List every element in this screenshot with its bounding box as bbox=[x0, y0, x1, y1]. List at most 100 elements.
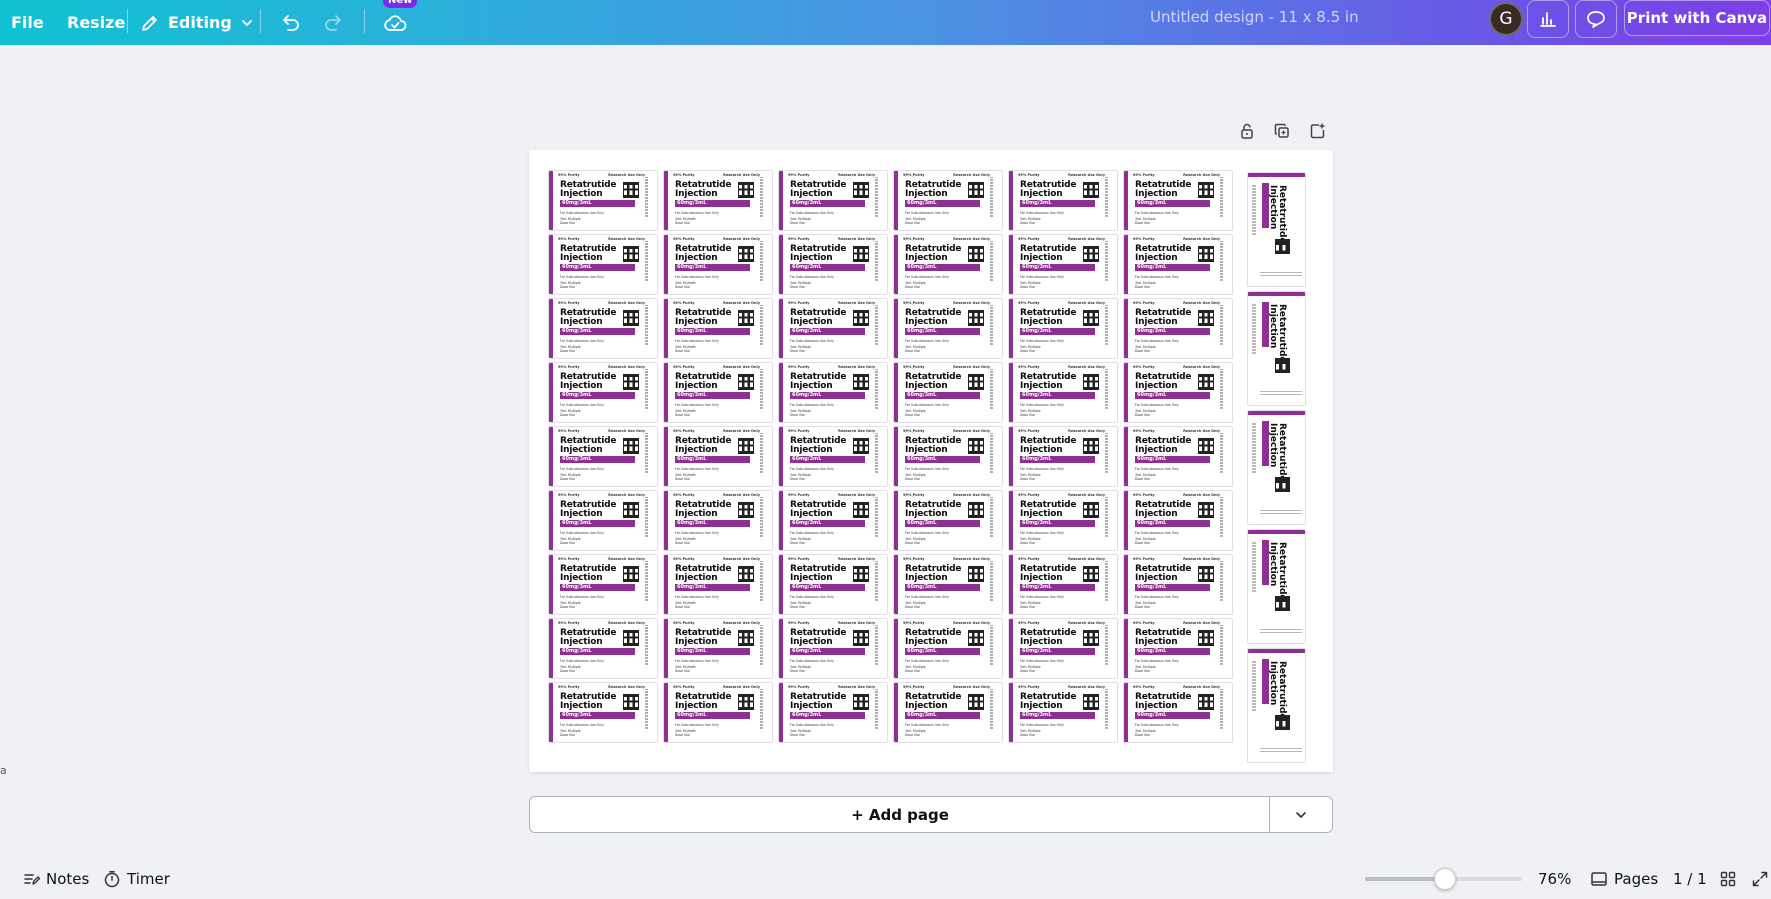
label-side-text bbox=[1252, 661, 1256, 711]
vial-label[interactable]: 99% Purity Research Use Only Retatrutide I… bbox=[1123, 170, 1233, 231]
vial-label[interactable]: 99% Purity Research Use Only Retatrutide I… bbox=[1008, 682, 1118, 743]
vial-label[interactable]: 99% Purity Research Use Only Retatrutide I… bbox=[778, 426, 888, 487]
vial-label[interactable]: 99% Purity Research Use Only Retatrutide I… bbox=[893, 490, 1003, 551]
add-page-button[interactable]: + Add page bbox=[530, 797, 1270, 832]
fullscreen-button[interactable] bbox=[1751, 866, 1769, 892]
vial-label[interactable]: 99% Purity Research Use Only Retatrutide I… bbox=[1008, 234, 1118, 295]
vial-label[interactable]: 99% Purity Research Use Only Retatrutide I… bbox=[893, 298, 1003, 359]
avatar[interactable]: G bbox=[1489, 2, 1523, 36]
add-page-options-button[interactable] bbox=[1270, 797, 1332, 832]
label-vial: 3mL Multiple Dose Vial bbox=[1020, 217, 1041, 225]
lock-button[interactable] bbox=[1236, 120, 1258, 142]
vial-label[interactable]: 99% Purity Research Use Only Retatrutide I… bbox=[778, 554, 888, 615]
zoom-level[interactable]: 76% bbox=[1538, 866, 1571, 892]
vial-label[interactable]: 99% Purity Research Use Only Retatrutide I… bbox=[548, 426, 658, 487]
vial-label[interactable]: 99% Purity Research Use Only Retatrutide I… bbox=[663, 170, 773, 231]
file-menu[interactable]: File bbox=[11, 0, 44, 45]
label-accent-bar bbox=[1009, 235, 1013, 294]
label-dose: 60mg/3mL bbox=[560, 584, 635, 591]
vial-label[interactable]: 99% Purity Research Use Only Retatrutide I… bbox=[1008, 490, 1118, 551]
label-use: For Subcutaneous Use Only bbox=[1135, 339, 1179, 343]
vial-label[interactable]: 99% Purity Research Use Only Retatrutide I… bbox=[548, 618, 658, 679]
rotated-vial-label[interactable]: Retatrutide Injection bbox=[1247, 648, 1306, 763]
vial-label[interactable]: 99% Purity Research Use Only Retatrutide I… bbox=[893, 170, 1003, 231]
vial-label[interactable]: 99% Purity Research Use Only Retatrutide I… bbox=[663, 298, 773, 359]
vial-label[interactable]: 99% Purity Research Use Only Retatrutide I… bbox=[1123, 682, 1233, 743]
vial-label[interactable]: 99% Purity Research Use Only Retatrutide I… bbox=[1123, 234, 1233, 295]
rotated-vial-label[interactable]: Retatrutide Injection bbox=[1247, 410, 1306, 525]
editing-mode-button[interactable]: Editing bbox=[140, 0, 254, 45]
insights-button[interactable] bbox=[1527, 0, 1569, 38]
rotated-vial-label[interactable]: Retatrutide Injection bbox=[1247, 172, 1306, 287]
label-purity: 99% Purity bbox=[673, 237, 695, 241]
vial-label[interactable]: 99% Purity Research Use Only Retatrutide I… bbox=[663, 682, 773, 743]
vial-label[interactable]: 99% Purity Research Use Only Retatrutide I… bbox=[663, 426, 773, 487]
vial-label[interactable]: 99% Purity Research Use Only Retatrutide I… bbox=[1008, 362, 1118, 423]
vial-label[interactable]: 99% Purity Research Use Only Retatrutide I… bbox=[893, 554, 1003, 615]
timer-button[interactable]: Timer bbox=[103, 866, 170, 892]
vial-label[interactable]: 99% Purity Research Use Only Retatrutide I… bbox=[778, 298, 888, 359]
label-purity: 99% Purity bbox=[903, 301, 925, 305]
vial-label[interactable]: 99% Purity Research Use Only Retatrutide I… bbox=[893, 362, 1003, 423]
undo-button[interactable] bbox=[279, 0, 301, 45]
qr-code-icon bbox=[1198, 438, 1214, 454]
grid-view-button[interactable] bbox=[1719, 866, 1737, 892]
vial-label[interactable]: 99% Purity Research Use Only Retatrutide I… bbox=[778, 234, 888, 295]
zoom-slider-handle[interactable] bbox=[1433, 868, 1456, 890]
add-page-icon-button[interactable] bbox=[1307, 120, 1329, 142]
vial-label[interactable]: 99% Purity Research Use Only Retatrutide I… bbox=[1123, 298, 1233, 359]
vial-label[interactable]: 99% Purity Research Use Only Retatrutide I… bbox=[778, 362, 888, 423]
document-title[interactable]: Untitled design - 11 x 8.5 in bbox=[1150, 0, 1359, 34]
label-use: For Subcutaneous Use Only bbox=[675, 595, 719, 599]
vial-label[interactable]: 99% Purity Research Use Only Retatrutide I… bbox=[548, 234, 658, 295]
vial-label[interactable]: 99% Purity Research Use Only Retatrutide I… bbox=[1008, 170, 1118, 231]
vial-label[interactable]: 99% Purity Research Use Only Retatrutide I… bbox=[893, 426, 1003, 487]
redo-button[interactable] bbox=[323, 0, 345, 45]
label-product-name: Retatrutide Injection bbox=[905, 372, 962, 391]
vial-label[interactable]: 99% Purity Research Use Only Retatrutide I… bbox=[1123, 362, 1233, 423]
design-page[interactable]: 99% Purity Research Use Only Retatrutide I… bbox=[529, 150, 1333, 772]
label-research: Research Use Only bbox=[1183, 557, 1220, 561]
vial-label[interactable]: 99% Purity Research Use Only Retatrutide I… bbox=[548, 554, 658, 615]
vial-label[interactable]: 99% Purity Research Use Only Retatrutide I… bbox=[663, 554, 773, 615]
vial-label[interactable]: 99% Purity Research Use Only Retatrutide I… bbox=[893, 682, 1003, 743]
rotated-vial-label[interactable]: Retatrutide Injection bbox=[1247, 291, 1306, 406]
vial-label[interactable]: 99% Purity Research Use Only Retatrutide I… bbox=[663, 234, 773, 295]
vial-label[interactable]: 99% Purity Research Use Only Retatrutide I… bbox=[778, 682, 888, 743]
label-vial: 3mL Multiple Dose Vial bbox=[675, 217, 696, 225]
label-footer-text bbox=[1260, 270, 1302, 276]
vial-label[interactable]: 99% Purity Research Use Only Retatrutide I… bbox=[1008, 298, 1118, 359]
vial-label[interactable]: 99% Purity Research Use Only Retatrutide I… bbox=[778, 618, 888, 679]
notes-button[interactable]: Notes bbox=[22, 866, 89, 892]
vial-label[interactable]: 99% Purity Research Use Only Retatrutide I… bbox=[1008, 618, 1118, 679]
vial-label[interactable]: 99% Purity Research Use Only Retatrutide I… bbox=[778, 170, 888, 231]
vial-label[interactable]: 99% Purity Research Use Only Retatrutide I… bbox=[663, 362, 773, 423]
vial-label[interactable]: 99% Purity Research Use Only Retatrutide I… bbox=[1123, 490, 1233, 551]
print-with-canva-button[interactable]: Print with Canva bbox=[1624, 0, 1770, 36]
comments-button[interactable] bbox=[1575, 0, 1617, 38]
label-purity: 99% Purity bbox=[1018, 301, 1040, 305]
duplicate-page-button[interactable] bbox=[1271, 120, 1293, 142]
vial-label[interactable]: 99% Purity Research Use Only Retatrutide I… bbox=[1123, 554, 1233, 615]
vial-label[interactable]: 99% Purity Research Use Only Retatrutide I… bbox=[893, 618, 1003, 679]
resize-button[interactable]: Resize bbox=[67, 0, 125, 45]
label-use: For Subcutaneous Use Only bbox=[1020, 659, 1064, 663]
vial-label[interactable]: 99% Purity Research Use Only Retatrutide I… bbox=[1008, 554, 1118, 615]
vial-label[interactable]: 99% Purity Research Use Only Retatrutide I… bbox=[778, 490, 888, 551]
vial-label[interactable]: 99% Purity Research Use Only Retatrutide I… bbox=[663, 618, 773, 679]
vial-label[interactable]: 99% Purity Research Use Only Retatrutide I… bbox=[1008, 426, 1118, 487]
vial-label[interactable]: 99% Purity Research Use Only Retatrutide I… bbox=[548, 170, 658, 231]
label-vial: 3mL Multiple Dose Vial bbox=[905, 537, 926, 545]
vial-label[interactable]: 99% Purity Research Use Only Retatrutide I… bbox=[1123, 426, 1233, 487]
rotated-vial-label[interactable]: Retatrutide Injection bbox=[1247, 529, 1306, 644]
pages-button[interactable]: Pages bbox=[1590, 866, 1658, 892]
label-side-text bbox=[1105, 177, 1108, 217]
vial-label[interactable]: 99% Purity Research Use Only Retatrutide I… bbox=[548, 682, 658, 743]
vial-label[interactable]: 99% Purity Research Use Only Retatrutide I… bbox=[1123, 618, 1233, 679]
vial-label[interactable]: 99% Purity Research Use Only Retatrutide I… bbox=[548, 362, 658, 423]
vial-label[interactable]: 99% Purity Research Use Only Retatrutide I… bbox=[548, 490, 658, 551]
vial-label[interactable]: 99% Purity Research Use Only Retatrutide I… bbox=[548, 298, 658, 359]
label-research: Research Use Only bbox=[838, 173, 875, 177]
vial-label[interactable]: 99% Purity Research Use Only Retatrutide I… bbox=[893, 234, 1003, 295]
vial-label[interactable]: 99% Purity Research Use Only Retatrutide I… bbox=[663, 490, 773, 551]
